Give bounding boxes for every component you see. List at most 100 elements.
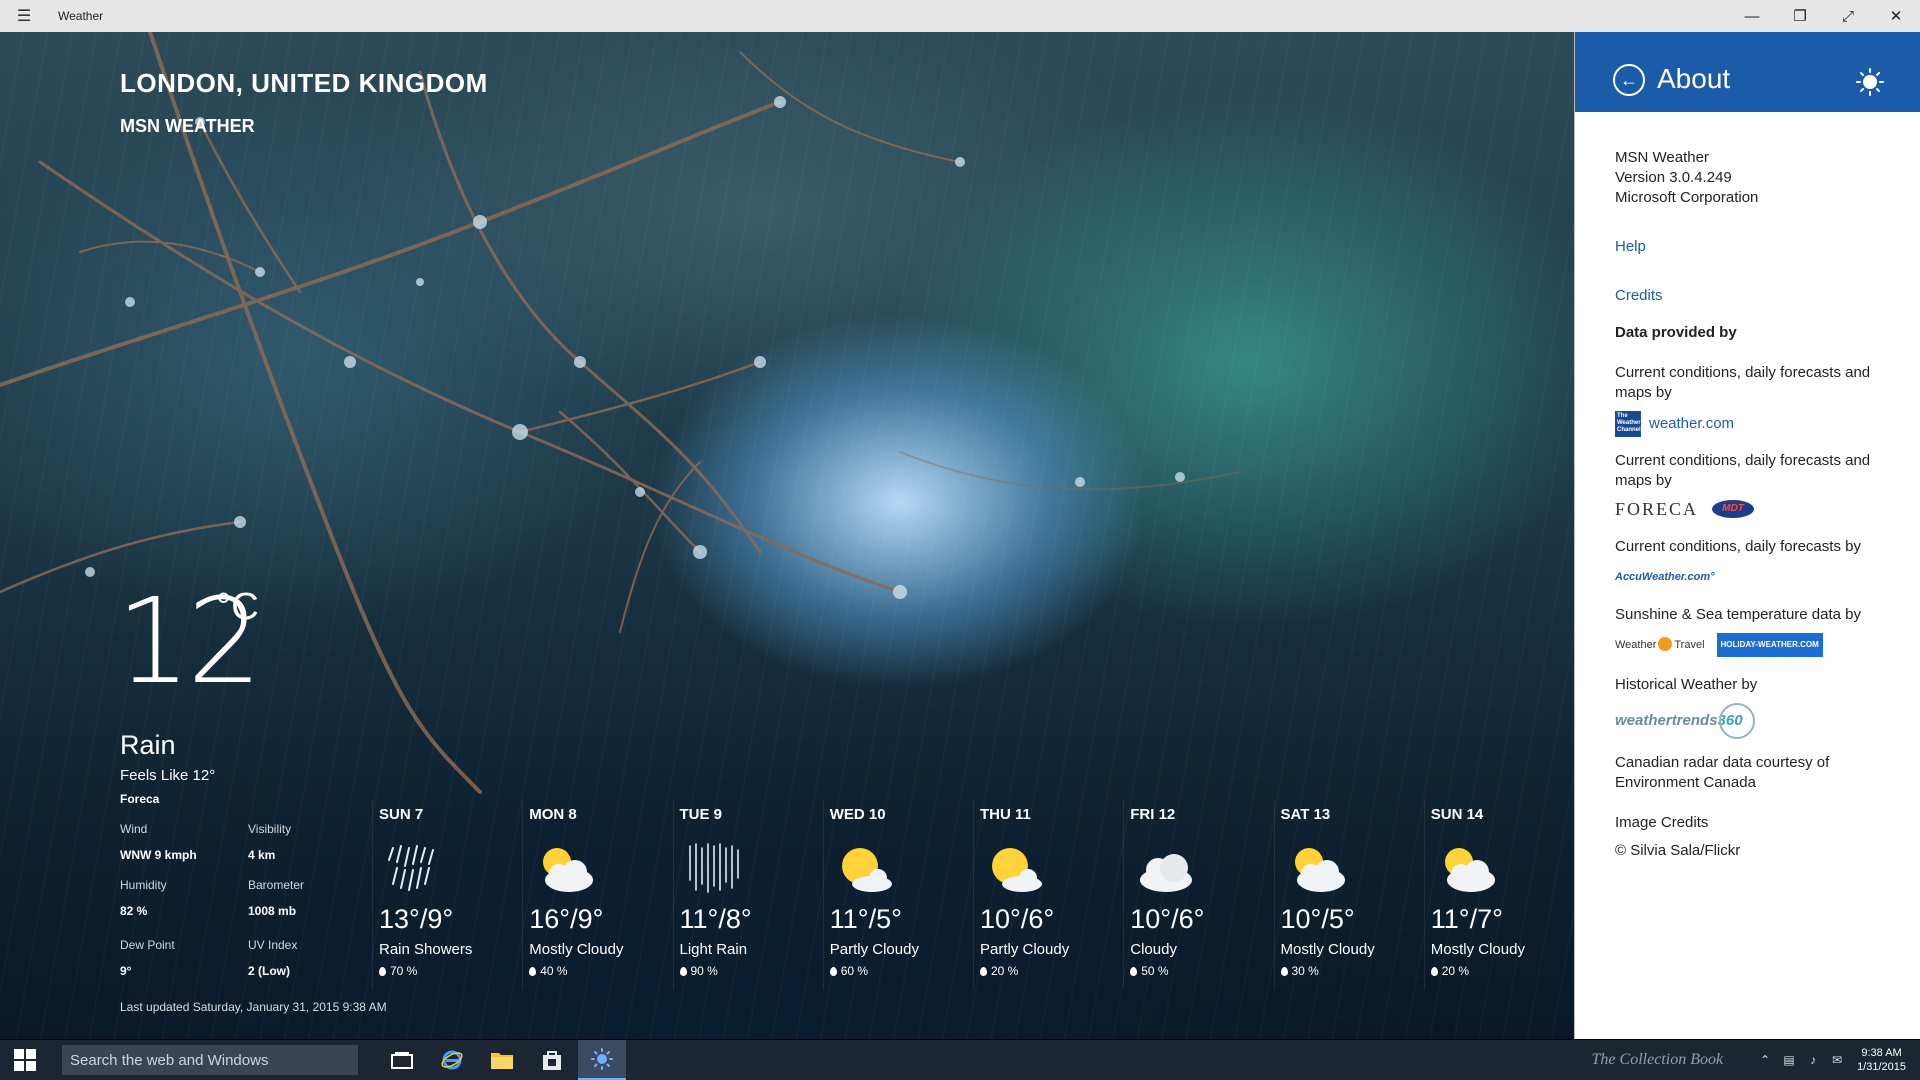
title-bar: ☰ Weather — ❐ ⤢ ✕: [0, 0, 1920, 32]
provider-weather2travel: Weather Travel HOLIDAY-WEATHER.COM: [1615, 633, 1875, 657]
cloudy-icon: [1140, 854, 1193, 892]
internet-explorer-icon[interactable]: [428, 1040, 476, 1080]
taskbar-clock[interactable]: 9:38 AM 1/31/2015: [1849, 1046, 1920, 1074]
forecast-day[interactable]: TUE 9 11°/8° Light Rain 90 %: [672, 800, 823, 990]
task-view-icon[interactable]: [378, 1040, 426, 1080]
weather-app-taskbar-icon[interactable]: [578, 1040, 626, 1080]
about-pane: ← About MSN Weather Version 3.0.4.249 Mi…: [1574, 32, 1920, 1039]
raindrop-icon: [679, 967, 687, 976]
clock-date: 1/31/2015: [1857, 1061, 1906, 1073]
close-icon[interactable]: ✕: [1872, 0, 1920, 32]
mostly-cloudy-icon: [543, 848, 594, 892]
about-content: MSN Weather Version 3.0.4.249 Microsoft …: [1575, 112, 1875, 861]
provider-historical-text: Historical Weather by: [1615, 676, 1758, 693]
accuweather-logo: AccuWeather.com°: [1615, 571, 1715, 583]
detail-barometer: Barometer 1008 mb: [248, 878, 305, 918]
weather-com-link[interactable]: weather.com: [1649, 414, 1734, 434]
detail-visibility: Visibility 4 km: [248, 822, 292, 862]
clock-time: 9:38 AM: [1861, 1047, 1902, 1059]
weather-channel-logo: The Weather Channel: [1615, 411, 1641, 437]
rain-showers-icon: [388, 845, 434, 891]
provider-accuweather-text: Current conditions, daily forecasts by: [1615, 538, 1861, 555]
tray-chevron-icon[interactable]: ⌃: [1753, 1040, 1777, 1080]
detail-uv-index: UV Index 2 (Low): [248, 938, 298, 978]
detail-dew-point: Dew Point 9°: [120, 938, 175, 978]
company-name: Microsoft Corporation: [1615, 189, 1759, 206]
raindrop-icon: [829, 967, 837, 976]
watermark-text: The Collection Book: [1591, 1051, 1724, 1068]
detail-wind: Wind WNW 9 kmph: [120, 822, 197, 862]
mdt-logo: MDT: [1712, 500, 1755, 518]
current-condition: Rain: [120, 730, 176, 760]
network-icon[interactable]: ▤: [1777, 1040, 1801, 1080]
light-rain-icon: [688, 843, 739, 893]
raindrop-icon: [1280, 967, 1288, 976]
weather-app-sun-icon[interactable]: [1856, 68, 1884, 96]
canadian-radar-credit: Canadian radar data courtesy of Environm…: [1615, 754, 1830, 791]
hamburger-menu-icon[interactable]: ☰: [0, 0, 48, 32]
daily-forecast: SUN 7 13°/9° Rain Showers 70 % MON 8 16°…: [372, 800, 1574, 990]
credits-link[interactable]: Credits: [1615, 286, 1875, 306]
raindrop-icon: [529, 967, 537, 976]
forecast-day[interactable]: FRI 12 10°/6° Cloudy 50 %: [1123, 800, 1273, 990]
app-title: Weather: [58, 9, 104, 23]
mostly-cloudy-icon: [1294, 848, 1345, 892]
system-tray: The Collection Book ⌃ ▤ ♪ ✉ 9:38 AM 1/31…: [1592, 1040, 1920, 1080]
provider-sunshine-text: Sunshine & Sea temperature data by: [1615, 606, 1861, 623]
raindrop-icon: [379, 967, 386, 976]
partly-cloudy-icon: [992, 848, 1042, 892]
mostly-cloudy-icon: [1444, 848, 1495, 892]
provider-weathertrends: weathertrends360: [1615, 703, 1875, 739]
partly-cloudy-icon: [841, 848, 892, 892]
about-title: About: [1657, 63, 1731, 94]
holiday-weather-logo: HOLIDAY-WEATHER.COM: [1716, 633, 1823, 657]
detail-humidity: Humidity 82 %: [120, 878, 167, 918]
forecast-day[interactable]: MON 8 16°/9° Mostly Cloudy 40 %: [522, 800, 672, 990]
weather2travel-logo: Weather Travel: [1615, 637, 1705, 651]
raindrop-icon: [980, 967, 987, 976]
brand-label: MSN WEATHER: [120, 116, 255, 136]
foreca-logo: FORECA: [1615, 499, 1699, 519]
last-updated: Last updated Saturday, January 31, 2015 …: [120, 1000, 387, 1014]
provider-foreca: FORECA MDT: [1615, 499, 1875, 519]
taskbar-search-input[interactable]: Search the web and Windows: [62, 1045, 358, 1075]
forecast-day[interactable]: THU 11 10°/6° Partly Cloudy 20 %: [973, 800, 1123, 990]
back-arrow-icon[interactable]: ←: [1613, 64, 1645, 96]
app-version: Version 3.0.4.249: [1615, 169, 1732, 186]
raindrop-icon: [1130, 967, 1138, 976]
location-title: LONDON, UNITED KINGDOM: [120, 68, 488, 98]
provider-weather-com-text: Current conditions, daily forecasts and …: [1615, 364, 1871, 401]
forecast-day[interactable]: SAT 13 10°/5° Mostly Cloudy 30 %: [1273, 800, 1424, 990]
about-header: ← About: [1575, 32, 1920, 112]
minimize-icon[interactable]: —: [1728, 0, 1776, 32]
current-temperature: 12 °C: [116, 582, 262, 700]
raindrop-icon: [1430, 967, 1438, 976]
windows-logo-icon: [14, 1049, 36, 1071]
provider-foreca-text: Current conditions, daily forecasts and …: [1615, 452, 1871, 489]
data-source: Foreca: [120, 792, 160, 806]
provider-accuweather: AccuWeather.com°: [1615, 567, 1875, 587]
windows-start-icon[interactable]: [0, 1040, 50, 1080]
volume-icon[interactable]: ♪: [1801, 1040, 1825, 1080]
weathertrends-ring-icon: [1718, 703, 1755, 739]
data-provided-heading: Data provided by: [1615, 324, 1737, 341]
provider-weather-com: The Weather Channel weather.com: [1615, 411, 1875, 437]
feels-like: Feels Like 12°: [120, 767, 216, 784]
store-icon[interactable]: [528, 1040, 576, 1080]
image-credits-label: Image Credits: [1615, 814, 1709, 831]
app-name: MSN Weather: [1615, 149, 1709, 166]
taskbar: Search the web and Windows The Collectio…: [0, 1040, 1920, 1080]
weather-main-panel: LONDON, UNITED KINGDOM MSN WEATHER 12 °C…: [0, 32, 1574, 1039]
window-controls: — ❐ ⤢ ✕: [1728, 0, 1920, 32]
forecast-day[interactable]: WED 10 11°/5° Partly Cloudy 60 %: [822, 800, 973, 990]
weather2travel-sun-icon: [1658, 637, 1673, 651]
fullscreen-icon[interactable]: ⤢: [1824, 0, 1872, 32]
temperature-unit[interactable]: °C: [216, 586, 259, 629]
forecast-day[interactable]: SUN 14 11°/7° Mostly Cloudy 20 %: [1423, 800, 1574, 990]
image-author: © Silvia Sala/Flickr: [1615, 842, 1741, 859]
help-link[interactable]: Help: [1615, 237, 1875, 257]
restore-icon[interactable]: ❐: [1776, 0, 1824, 32]
file-explorer-icon[interactable]: [478, 1040, 526, 1080]
forecast-day[interactable]: SUN 7 13°/9° Rain Showers 70 %: [372, 800, 522, 990]
action-center-icon[interactable]: ✉: [1825, 1040, 1849, 1080]
